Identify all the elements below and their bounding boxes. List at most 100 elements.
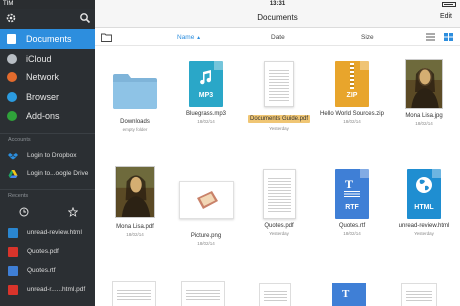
grid-view-icon[interactable] [444, 33, 453, 41]
sidebar-item-label: Browser [26, 92, 60, 102]
sidebar-item-icloud[interactable]: iCloud [0, 49, 95, 69]
sort-by-date[interactable]: Date [271, 34, 285, 41]
pdf-file-icon [8, 285, 18, 295]
file-item[interactable]: Downloads empty folder [99, 61, 171, 133]
file-name: Picture.png [190, 233, 222, 239]
zipper-icon [350, 63, 354, 89]
text-t-icon: T [345, 177, 354, 191]
battery-icon [442, 2, 456, 7]
page-fold [432, 169, 441, 178]
sidebar-item-network[interactable]: Network [0, 67, 95, 87]
cloud-icon [7, 54, 17, 64]
folder-icon [113, 74, 157, 109]
music-note-icon [200, 70, 212, 85]
file-name: Quotes.rtf [338, 223, 366, 229]
edit-button[interactable]: Edit [440, 13, 452, 20]
file-thumbnail-partial[interactable] [112, 281, 156, 306]
zip-file-icon: ZIP [335, 61, 369, 107]
pdf-document-thumbnail [264, 61, 294, 107]
file-detail: Yesterday [269, 126, 289, 131]
rtf-file-icon: T RTF [335, 169, 369, 219]
search-icon[interactable] [79, 12, 91, 24]
sidebar-item-label: Add-ons [26, 111, 60, 121]
mona-lisa-thumbnail [405, 59, 443, 109]
recent-item[interactable]: unread-review.html [0, 224, 95, 242]
app-window: TIM 13:31 Documents iCloud Network Brows… [0, 0, 460, 306]
file-detail: 18/02/14 [197, 241, 215, 246]
file-type-label: MP3 [198, 92, 214, 99]
file-thumbnail-partial[interactable] [181, 281, 225, 306]
settings-gear-icon[interactable] [5, 12, 17, 24]
file-item[interactable]: T RTF Quotes.rtf 18/02/14 [316, 169, 388, 237]
list-view-icon[interactable] [426, 33, 435, 41]
file-item[interactable]: HTML unread-review.html Yesterday [388, 169, 460, 237]
account-label: Login to...oogle Drive [27, 170, 89, 177]
file-detail: Yesterday [269, 231, 289, 236]
text-lines [186, 288, 220, 302]
text-lines [267, 176, 291, 214]
file-name: Quotes.pdf [264, 223, 294, 229]
file-name: Mona Lisa.jpg [405, 113, 443, 119]
file-name: Hello World Sources.zip [320, 111, 384, 117]
clock: 13:31 [269, 1, 286, 7]
text-lines [269, 68, 289, 102]
file-detail: Yesterday [414, 231, 434, 236]
file-item[interactable]: Documents Guide.pdf Yesterday [243, 61, 315, 132]
recent-item[interactable]: Quotes.pdf [0, 243, 95, 261]
file-item[interactable]: Mona Lisa.pdf 18/02/14 [99, 166, 171, 238]
recent-label: unread-r......html.pdf [27, 286, 86, 293]
file-type-label: RTF [345, 204, 359, 211]
file-item[interactable]: Quotes.pdf Yesterday [243, 169, 315, 237]
page-fold [214, 61, 223, 70]
sidebar-divider [0, 133, 95, 134]
file-detail: 18/02/14 [126, 232, 144, 237]
file-item[interactable]: ZIP Hello World Sources.zip 18/02/14 [316, 61, 388, 125]
file-name: Bluegrass.mp3 [185, 111, 227, 117]
rtf-file-icon [8, 266, 18, 276]
sidebar: Documents iCloud Network Browser Add-ons… [0, 9, 95, 306]
mp3-file-icon: MP3 [189, 61, 223, 107]
sort-by-size[interactable]: Size [361, 34, 374, 41]
google-drive-icon [8, 170, 18, 178]
file-item[interactable]: Mona Lisa.jpg 18/02/14 [388, 59, 460, 127]
sidebar-item-browser[interactable]: Browser [0, 87, 95, 107]
star-icon[interactable] [68, 207, 78, 217]
rtf-file-partial[interactable]: T [332, 283, 366, 306]
text-lines [344, 191, 360, 197]
sort-name-label: Name [177, 34, 195, 41]
navigation-bar: Documents Edit [95, 9, 460, 28]
text-t-icon: T [342, 288, 350, 300]
recent-item[interactable]: Quotes.rtf [0, 262, 95, 280]
sidebar-toolbar [0, 9, 95, 29]
file-detail: 18/02/14 [343, 119, 361, 124]
pdf-file-icon [8, 247, 18, 257]
login-dropbox-item[interactable]: Login to Dropbox [0, 147, 95, 165]
new-folder-icon[interactable] [101, 33, 112, 42]
sort-by-name[interactable]: Name ▲ [177, 34, 201, 41]
portrait-image [406, 60, 442, 108]
account-label: Login to Dropbox [27, 152, 77, 159]
add-ons-icon [7, 111, 17, 121]
text-lines [117, 288, 151, 302]
sort-ascending-icon: ▲ [196, 35, 202, 41]
file-detail: 18/02/14 [415, 121, 433, 126]
page-fold [360, 61, 369, 70]
sidebar-item-add-ons[interactable]: Add-ons [0, 106, 95, 126]
text-lines [264, 289, 287, 303]
sidebar-item-documents[interactable]: Documents [0, 29, 95, 49]
clock-icon[interactable] [19, 207, 29, 217]
recent-label: unread-review.html [27, 229, 82, 236]
html-file-icon: HTML [407, 169, 441, 219]
html-file-icon [8, 228, 18, 238]
login-google-drive-item[interactable]: Login to...oogle Drive [0, 165, 95, 183]
file-thumbnail-partial[interactable] [401, 283, 437, 306]
recent-item[interactable]: unread-r......html.pdf [0, 281, 95, 299]
status-left: TIM [0, 0, 95, 9]
file-item[interactable]: Picture.png 18/02/14 [170, 175, 242, 247]
file-item[interactable]: MP3 Bluegrass.mp3 18/02/14 [170, 61, 242, 125]
file-thumbnail-partial[interactable] [259, 283, 291, 306]
documents-icon [7, 34, 16, 44]
portrait-image [116, 167, 154, 217]
page-fold [360, 169, 369, 178]
file-name: unread-review.html [398, 223, 450, 229]
